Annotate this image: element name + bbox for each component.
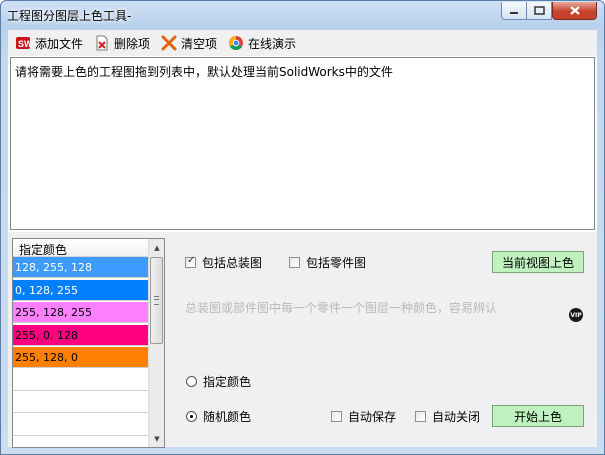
client-area: SW 添加文件 删除项 清空项 在线演示: [8, 30, 597, 448]
radio-unselected-icon: [186, 376, 197, 387]
close-button[interactable]: [552, 2, 597, 20]
auto-save-label: 自动保存: [348, 410, 397, 424]
clear-items-button[interactable]: 清空项: [157, 32, 221, 54]
add-file-button[interactable]: SW 添加文件: [11, 32, 87, 54]
color-list-header-label: 指定颜色: [19, 243, 68, 257]
delete-document-icon: [94, 35, 110, 51]
minimize-icon: [510, 11, 518, 14]
online-demo-label: 在线演示: [248, 36, 297, 51]
color-row-label: 128, 255, 128: [15, 261, 92, 274]
color-list-row[interactable]: 0, 128, 255: [13, 279, 148, 301]
random-color-label: 随机颜色: [203, 410, 252, 424]
color-row-label: 255, 128, 255: [15, 306, 92, 319]
clear-x-icon: [161, 35, 177, 51]
color-row-label: 0, 128, 255: [15, 283, 78, 297]
online-demo-button[interactable]: 在线演示: [224, 32, 300, 54]
color-list-header[interactable]: 指定颜色: [13, 239, 148, 257]
file-list-hint: 请将需要上色的工程图拖到列表中，默认处理当前SolidWorks中的文件: [15, 65, 393, 79]
maximize-button[interactable]: [526, 2, 552, 20]
color-list[interactable]: 指定颜色 128, 255, 128 0, 128, 255 255, 128, 2…: [12, 238, 165, 448]
checkbox-unchecked-icon: [331, 411, 342, 422]
scroll-down-button[interactable]: ▼: [149, 430, 164, 447]
checkbox-unchecked-icon: [289, 257, 300, 268]
color-list-row[interactable]: [13, 369, 148, 391]
specified-color-radio[interactable]: 指定颜色: [186, 373, 251, 390]
color-current-view-button[interactable]: 当前视图上色: [492, 251, 584, 273]
checkbox-unchecked-icon: [415, 411, 426, 422]
include-assembly-label: 包括总装图: [202, 256, 263, 270]
arrow-down-icon: ▼: [154, 434, 160, 443]
color-list-row[interactable]: 255, 128, 255: [13, 302, 148, 323]
arrow-up-icon: ▲: [154, 243, 160, 252]
color-list-row[interactable]: 128, 255, 128: [13, 257, 148, 278]
include-parts-label: 包括零件图: [306, 256, 367, 270]
app-window: 工程图分图层上色工具- SW 添加文件 删除项: [0, 0, 605, 455]
color-list-row[interactable]: [13, 392, 148, 413]
color-row-label: 255, 0, 128: [15, 328, 78, 342]
toolbar: SW 添加文件 删除项 清空项 在线演示: [8, 30, 597, 56]
delete-item-label: 删除项: [114, 36, 151, 51]
color-list-row[interactable]: 255, 0, 128: [13, 324, 148, 346]
grip-icon: [154, 296, 159, 305]
file-drop-list[interactable]: 请将需要上色的工程图拖到列表中，默认处理当前SolidWorks中的文件: [10, 57, 595, 230]
radio-selected-icon: [186, 411, 197, 422]
start-coloring-button[interactable]: 开始上色: [492, 405, 584, 427]
add-file-label: 添加文件: [35, 36, 84, 51]
color-row-label: 255, 128, 0: [15, 351, 78, 364]
color-list-scrollbar[interactable]: ▲ ▼: [148, 239, 164, 447]
scroll-thumb[interactable]: [150, 257, 163, 344]
chrome-icon: [228, 35, 244, 51]
options-panel: 指定颜色 128, 255, 128 0, 128, 255 255, 128, 2…: [8, 232, 597, 448]
close-icon: [569, 6, 580, 15]
color-list-row[interactable]: [13, 414, 148, 436]
include-parts-checkbox[interactable]: 包括零件图: [289, 254, 366, 271]
specified-color-label: 指定颜色: [203, 375, 252, 389]
delete-item-button[interactable]: 删除项: [90, 32, 154, 54]
auto-close-checkbox[interactable]: 自动关闭: [415, 408, 480, 425]
clear-items-label: 清空项: [181, 36, 218, 51]
color-list-row[interactable]: 255, 128, 0: [13, 347, 148, 368]
scroll-up-button[interactable]: ▲: [149, 239, 164, 256]
window-title: 工程图分图层上色工具-: [7, 9, 132, 23]
checkbox-checked-icon: [185, 255, 196, 268]
include-assembly-checkbox[interactable]: 包括总装图: [185, 254, 262, 271]
description-text: 总装图或部件图中每一个零件一个图层一种颜色，容易辨认: [185, 301, 498, 315]
title-bar: 工程图分图层上色工具-: [1, 1, 604, 28]
solidworks-icon: SW: [15, 35, 33, 51]
svg-text:SW: SW: [18, 39, 31, 49]
vip-badge[interactable]: VIP: [569, 308, 583, 322]
auto-close-label: 自动关闭: [432, 410, 481, 424]
auto-save-checkbox[interactable]: 自动保存: [331, 408, 396, 425]
minimize-button[interactable]: [501, 2, 527, 20]
maximize-icon: [533, 6, 545, 15]
random-color-radio[interactable]: 随机颜色: [186, 408, 251, 425]
